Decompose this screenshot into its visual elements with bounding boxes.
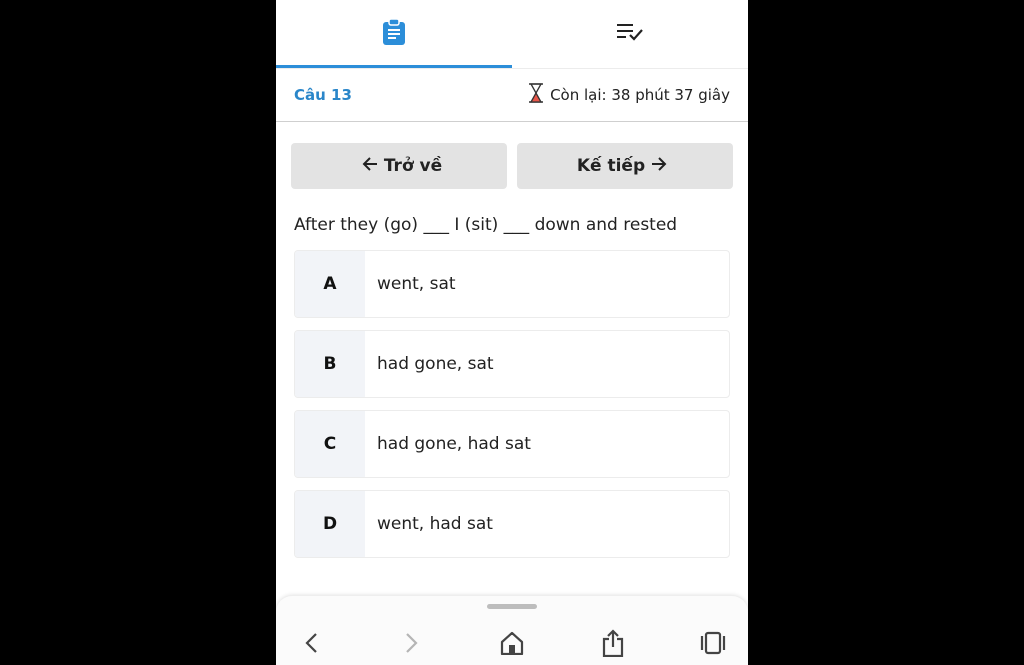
back-button-label: Trở về xyxy=(383,156,443,176)
next-button[interactable]: Kế tiếp xyxy=(517,143,733,189)
option-a[interactable]: A went, sat xyxy=(294,250,730,318)
option-text: had gone, sat xyxy=(377,354,494,374)
checklist-icon xyxy=(616,22,644,46)
quiz-screen: Câu 13 Còn lại: 38 phút 37 giây Trở về K… xyxy=(276,0,748,665)
back-button[interactable]: Trở về xyxy=(291,143,507,189)
option-letter: D xyxy=(295,491,365,557)
option-letter: B xyxy=(295,331,365,397)
forward-icon[interactable] xyxy=(397,628,427,658)
option-letter: A xyxy=(295,251,365,317)
question-info-bar: Câu 13 Còn lại: 38 phút 37 giây xyxy=(276,69,748,122)
option-text: had gone, had sat xyxy=(377,434,531,454)
home-icon[interactable] xyxy=(497,628,527,658)
tab-question[interactable] xyxy=(276,0,512,68)
question-text: After they (go) ___ I (sit) ___ down and… xyxy=(294,215,678,235)
tab-bar xyxy=(276,0,748,68)
clipboard-icon xyxy=(382,18,406,49)
share-icon[interactable] xyxy=(598,628,628,658)
option-text: went, had sat xyxy=(377,514,493,534)
arrow-left-icon xyxy=(356,156,384,176)
question-number: Câu 13 xyxy=(294,86,352,104)
next-button-label: Kế tiếp xyxy=(576,156,646,176)
option-b[interactable]: B had gone, sat xyxy=(294,330,730,398)
back-icon[interactable] xyxy=(296,628,326,658)
countdown-timer: Còn lại: 38 phút 37 giây xyxy=(528,83,730,107)
tab-answer-list[interactable] xyxy=(512,0,748,68)
timer-text: Còn lại: 38 phút 37 giây xyxy=(550,86,730,104)
hourglass-icon xyxy=(528,83,550,107)
option-letter: C xyxy=(295,411,365,477)
option-c[interactable]: C had gone, had sat xyxy=(294,410,730,478)
option-d[interactable]: D went, had sat xyxy=(294,490,730,558)
answer-options: A went, sat B had gone, sat C had gone, … xyxy=(294,250,730,570)
tabs-icon[interactable] xyxy=(698,628,728,658)
drag-handle[interactable] xyxy=(487,604,537,609)
browser-toolbar xyxy=(276,596,748,665)
option-text: went, sat xyxy=(377,274,456,294)
arrow-right-icon xyxy=(645,156,673,176)
navigation-buttons: Trở về Kế tiếp xyxy=(291,143,733,189)
